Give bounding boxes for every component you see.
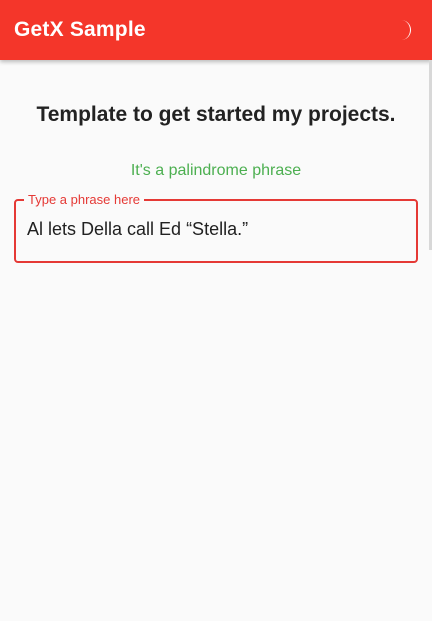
page-heading: Template to get started my projects.	[36, 103, 396, 126]
app-title: GetX Sample	[14, 18, 146, 41]
phrase-field[interactable]: Type a phrase here	[14, 192, 418, 263]
moon-icon	[401, 20, 411, 40]
phrase-input[interactable]	[27, 219, 407, 240]
palindrome-status: It's a palindrome phrase	[130, 162, 302, 179]
main-content: Template to get started my projects. It'…	[0, 60, 432, 621]
app-bar: GetX Sample	[0, 0, 432, 60]
phrase-field-label: Type a phrase here	[24, 192, 145, 208]
theme-toggle-button[interactable]	[390, 16, 418, 44]
